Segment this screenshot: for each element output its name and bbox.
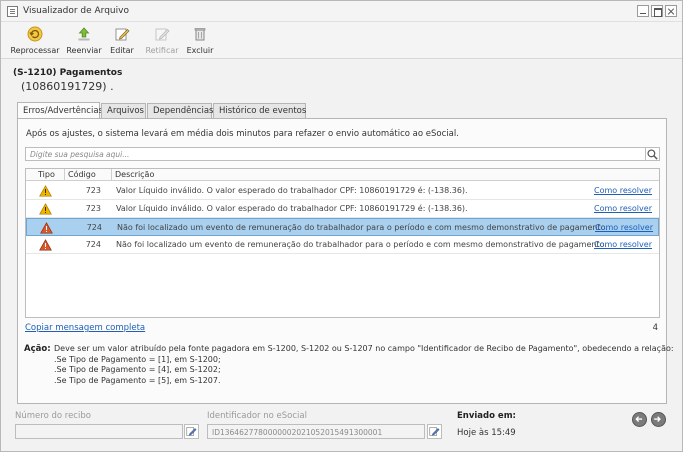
column-divider	[111, 169, 112, 181]
upload-icon	[78, 27, 90, 41]
action-line: .Se Tipo de Pagamento = [4], em S-1202;	[54, 365, 221, 374]
table-row[interactable]: 724 Não foi localizado um evento de remu…	[26, 236, 659, 254]
rectify-icon	[155, 28, 170, 41]
receipt-number-label: Número do recibo	[15, 411, 91, 421]
edit-receipt-button[interactable]	[184, 424, 199, 439]
toolbar: Reprocessar Reenviar Editar Retificar Ex…	[1, 22, 682, 59]
error-icon	[39, 239, 52, 251]
search-icon	[647, 149, 658, 160]
table-header: Tipo Código Descrição	[26, 169, 659, 181]
file-viewer-window: Visualizador de Arquivo Reprocessar Reen…	[0, 0, 683, 452]
receipt-number-field[interactable]	[15, 424, 183, 439]
how-to-fix-link[interactable]: Como resolver	[594, 186, 652, 195]
record-title: (S-1210) Pagamentos	[13, 68, 123, 78]
how-to-fix-link[interactable]: Como resolver	[595, 223, 653, 232]
next-button[interactable]	[651, 412, 666, 427]
maximize-button[interactable]	[651, 5, 663, 17]
resend-label: Reenviar	[66, 46, 102, 55]
close-button[interactable]	[665, 5, 677, 17]
search-box	[25, 147, 646, 161]
warning-icon	[39, 185, 52, 197]
record-subtitle: (10860191729) .	[21, 80, 114, 93]
search-button[interactable]	[646, 147, 660, 161]
trash-icon	[194, 28, 206, 41]
error-icon	[40, 222, 53, 234]
row-description: Não foi localizado um evento de remunera…	[117, 223, 608, 232]
col-code[interactable]: Código	[68, 170, 96, 179]
row-description: Valor Líquido inválido. O valor esperado…	[116, 204, 468, 213]
document-icon	[7, 6, 18, 17]
edit-icon	[429, 427, 440, 436]
rectify-label: Retificar	[145, 46, 179, 55]
errors-panel: Após os ajustes, o sistema levará em méd…	[17, 118, 674, 404]
edit-icon	[186, 427, 197, 436]
row-code: 723	[85, 204, 101, 213]
tab-event-history[interactable]: Histórico de eventos	[213, 103, 306, 119]
arrow-left-icon	[635, 416, 643, 422]
info-text: Após os ajustes, o sistema levará em méd…	[26, 129, 459, 139]
previous-button[interactable]	[632, 412, 647, 427]
action-line: .Se Tipo de Pagamento = [1], em S-1200;	[54, 354, 221, 364]
table-row[interactable]: 723 Valor Líquido inválido. O valor espe…	[26, 200, 659, 218]
edit-button[interactable]: Editar	[107, 24, 137, 57]
minimize-button[interactable]	[637, 5, 649, 17]
edit-icon	[115, 28, 130, 41]
search-input[interactable]	[26, 148, 645, 160]
action-label: Ação:	[24, 344, 51, 354]
arrow-right-icon	[654, 416, 661, 422]
copy-message-link[interactable]: Copiar mensagem completa	[25, 323, 145, 333]
action-line: .Se Tipo de Pagamento = [5], em S-1207.	[54, 375, 221, 385]
warning-icon	[39, 203, 52, 215]
delete-label: Excluir	[186, 46, 214, 55]
table-row-selected[interactable]: 724 Não foi localizado um evento de remu…	[26, 218, 659, 236]
reprocess-icon	[27, 26, 43, 42]
how-to-fix-link[interactable]: Como resolver	[594, 240, 652, 249]
reprocess-label: Reprocessar	[10, 46, 60, 55]
col-description[interactable]: Descrição	[115, 170, 154, 179]
column-divider	[64, 169, 65, 181]
edit-label: Editar	[110, 46, 134, 55]
esocial-id-field[interactable]: ID1364627780000002021052015491300001	[207, 424, 425, 439]
row-code: 723	[85, 186, 101, 195]
sent-at-label: Enviado em:	[457, 411, 516, 421]
col-type[interactable]: Tipo	[38, 170, 55, 179]
delete-button[interactable]: Excluir	[185, 24, 215, 57]
row-count: 4	[652, 323, 658, 333]
tab-dependencies[interactable]: Dependências	[147, 103, 213, 119]
window-title: Visualizador de Arquivo	[23, 6, 129, 16]
row-code: 724	[86, 223, 102, 232]
action-line: Deve ser um valor atribuído pela fonte p…	[54, 344, 674, 353]
tab-files[interactable]: Arquivos	[101, 103, 146, 119]
row-description: Não foi localizado um evento de remunera…	[116, 240, 607, 249]
sent-at-value: Hoje às 15:49	[457, 428, 516, 438]
esocial-id-label: Identificador no eSocial	[207, 411, 307, 421]
tab-errors-warnings[interactable]: Erros/Advertências	[17, 102, 103, 119]
row-code: 724	[85, 240, 101, 249]
resend-button[interactable]: Reenviar	[63, 24, 105, 57]
action-text: Deve ser um valor atribuído pela fonte p…	[54, 344, 674, 386]
errors-table: Tipo Código Descrição 723 Valor Líquido …	[25, 168, 660, 318]
rectify-button[interactable]: Retificar	[141, 24, 183, 57]
row-description: Valor Líquido inválido. O valor esperado…	[116, 186, 468, 195]
reprocess-button[interactable]: Reprocessar	[9, 24, 61, 57]
title-bar: Visualizador de Arquivo	[1, 1, 682, 22]
table-row[interactable]: 723 Valor Líquido inválido. O valor espe…	[26, 182, 659, 200]
how-to-fix-link[interactable]: Como resolver	[594, 204, 652, 213]
edit-esocial-id-button[interactable]	[427, 424, 442, 439]
